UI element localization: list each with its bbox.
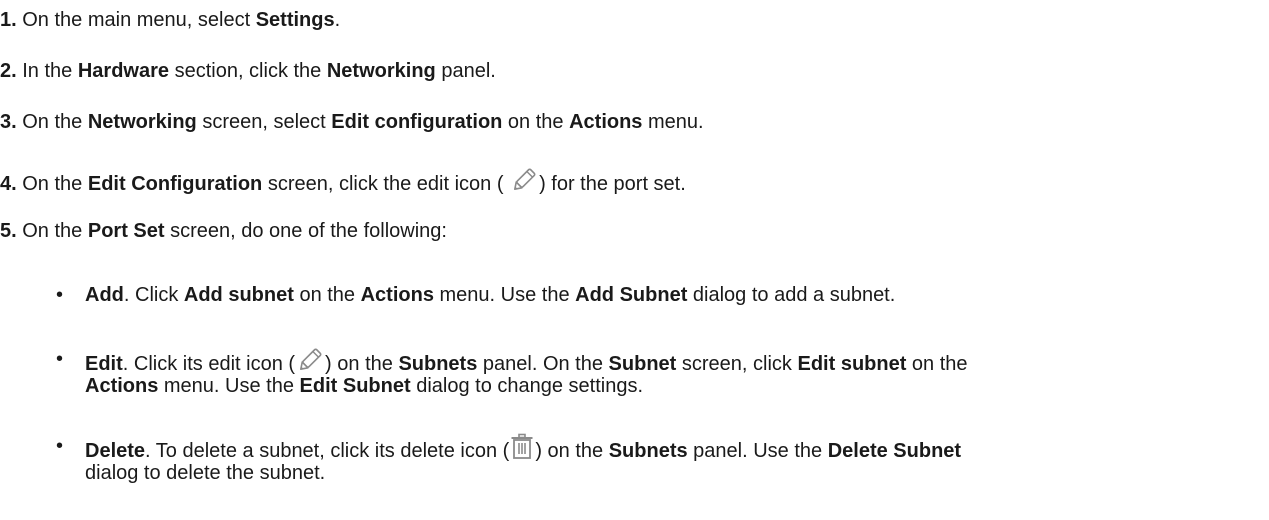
menu-item-edit-subnet: Edit subnet [797, 353, 907, 375]
bullet: • [56, 435, 64, 457]
step-2: 2. In the Hardware section, click the Ne… [0, 58, 496, 84]
menu-item-edit-configuration: Edit configuration [331, 111, 503, 133]
bullet: • [56, 348, 64, 370]
step-text: . [334, 9, 341, 31]
step-number: 2. [0, 60, 17, 82]
option-label: Add [85, 284, 124, 306]
step-text: screen, do one of the following: [164, 220, 447, 242]
option-text: menu. Use the [158, 375, 300, 397]
option-text: ) on the [325, 353, 399, 375]
option-text: menu. Use the [433, 284, 576, 306]
panel-networking: Networking [326, 60, 436, 82]
option-add: Add. Click Add subnet on the Actions men… [85, 282, 895, 308]
step-text: panel. [435, 60, 496, 82]
option-text: . Click [123, 284, 184, 306]
step-number: 1. [0, 9, 17, 31]
dialog-add-subnet: Add Subnet [575, 284, 688, 306]
option-text: on the [293, 284, 361, 306]
menu-actions: Actions [569, 111, 643, 133]
menu-actions: Actions [360, 284, 434, 306]
step-number: 5. [0, 220, 17, 242]
step-text: menu. [642, 111, 704, 133]
dialog-delete-subnet: Delete Subnet [827, 440, 962, 462]
step-text: On the [22, 173, 88, 195]
option-text: on the [906, 353, 968, 375]
menu-item-add-subnet: Add subnet [183, 284, 294, 306]
screen-networking: Networking [87, 111, 197, 133]
option-text: dialog to change settings. [410, 375, 644, 397]
bullet: • [56, 284, 64, 306]
option-text: . To delete a subnet, click its delete i… [145, 440, 510, 462]
step-number: 3. [0, 111, 17, 133]
option-delete-continued: dialog to delete the subnet. [85, 460, 325, 486]
step-5: 5. On the Port Set screen, do one of the… [0, 218, 447, 244]
step-text: On the main menu, select [22, 9, 256, 31]
step-text: ) for the port set. [539, 173, 686, 195]
screen-port-set: Port Set [87, 220, 165, 242]
screen-edit-configuration: Edit Configuration [87, 173, 263, 195]
option-text: dialog to add a subnet. [687, 284, 896, 306]
option-text: dialog to delete the subnet. [85, 462, 326, 484]
option-label: Edit [85, 353, 123, 375]
dialog-edit-subnet: Edit Subnet [299, 375, 411, 397]
step-4: 4. On the Edit Configuration screen, cli… [0, 166, 686, 201]
option-label: Delete [85, 440, 146, 462]
step-text: On the [22, 111, 88, 133]
step-text: screen, select [196, 111, 332, 133]
option-text: . Click its edit icon ( [122, 353, 296, 375]
step-text: On the [22, 220, 88, 242]
option-text: screen, click [676, 353, 798, 375]
step-3: 3. On the Networking screen, select Edit… [0, 109, 704, 135]
option-text: panel. On the [477, 353, 609, 375]
step-text: In the [22, 60, 78, 82]
trash-icon [510, 433, 534, 468]
step-1: 1. On the main menu, select Settings. [0, 7, 340, 33]
step-text: on the [502, 111, 570, 133]
section-hardware: Hardware [77, 60, 170, 82]
option-edit-continued: Actions menu. Use the Edit Subnet dialog… [85, 373, 643, 399]
option-text: panel. Use the [687, 440, 828, 462]
panel-subnets: Subnets [398, 353, 478, 375]
pencil-icon [510, 166, 538, 201]
step-number: 4. [0, 173, 17, 195]
screen-subnet: Subnet [608, 353, 677, 375]
menu-item-settings: Settings [255, 9, 335, 31]
option-text: ) on the [535, 440, 609, 462]
panel-subnets: Subnets [608, 440, 688, 462]
menu-actions: Actions [85, 375, 159, 397]
step-text: screen, click the edit icon ( [262, 173, 510, 195]
step-text: section, click the [169, 60, 327, 82]
